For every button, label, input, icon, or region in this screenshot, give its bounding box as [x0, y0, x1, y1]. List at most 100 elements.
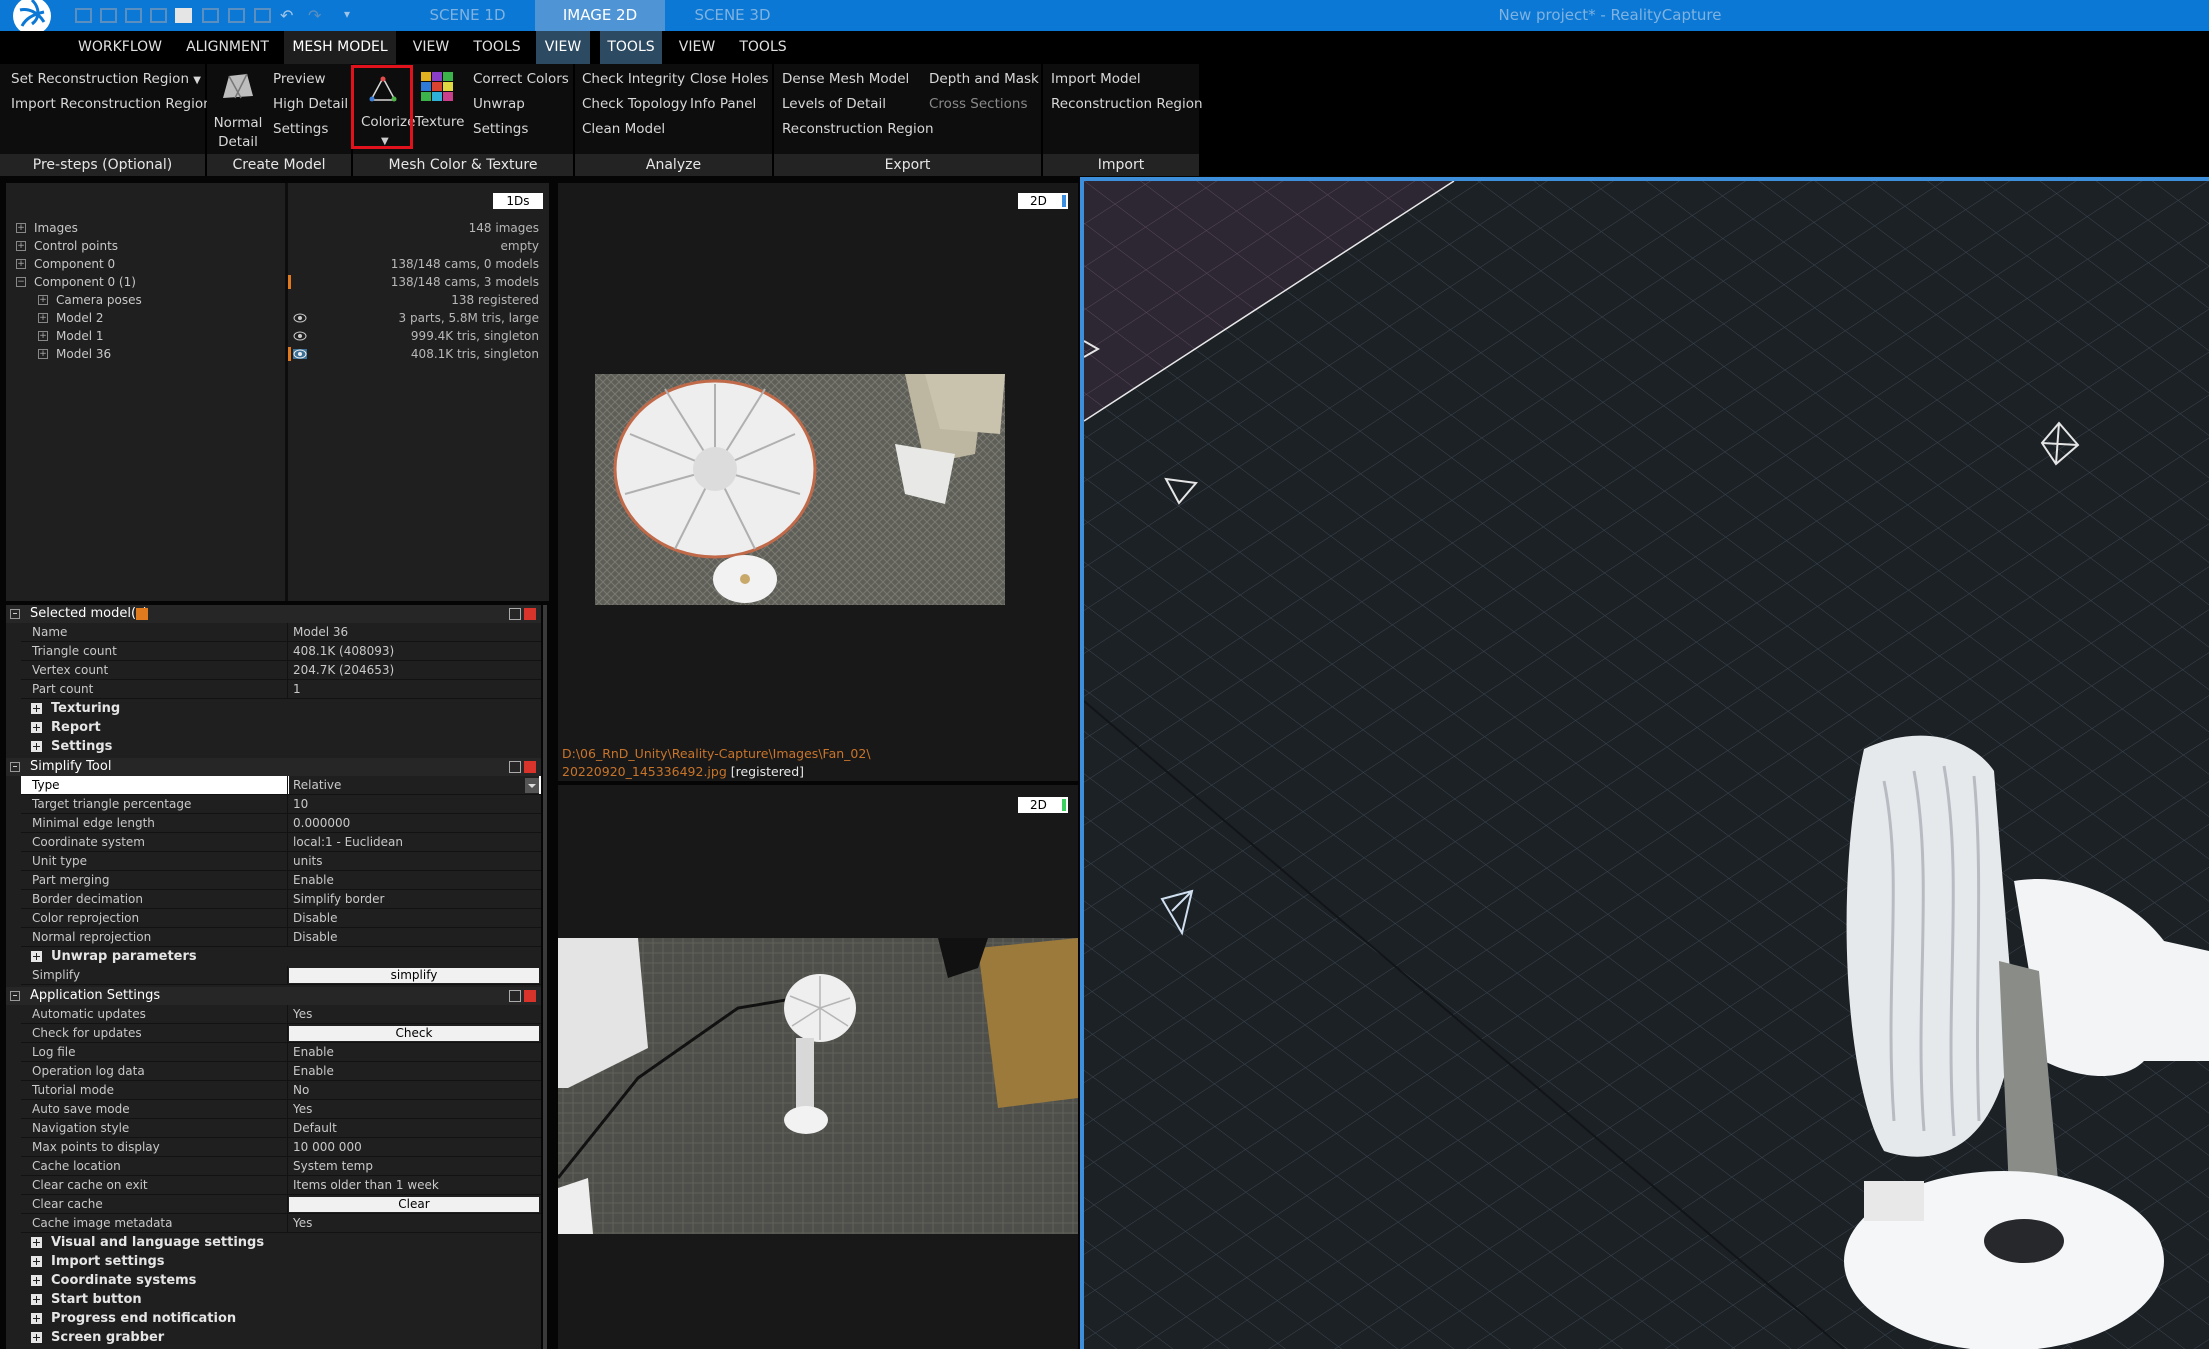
- prop-row-auto-save[interactable]: Auto save mode Yes: [21, 1100, 541, 1119]
- prop-row-max-points[interactable]: Max points to display 10 000 000: [21, 1138, 541, 1157]
- tree-row-model-2[interactable]: + Model 2 3 parts, 5.8M tris, large: [6, 309, 549, 327]
- expand-icon[interactable]: +: [16, 223, 26, 233]
- tab-scene-1d[interactable]: SCENE 1D: [400, 0, 535, 31]
- expand-icon[interactable]: [31, 951, 42, 962]
- simplify-button[interactable]: simplify: [289, 968, 539, 983]
- prop-row-color-reprojection[interactable]: Color reprojection Disable: [21, 909, 541, 928]
- section-settings[interactable]: Settings: [21, 737, 541, 756]
- import-reconstruction-region-button[interactable]: Import Reconstruction Region: [11, 96, 212, 112]
- prop-row-part-merging[interactable]: Part merging Enable: [21, 871, 541, 890]
- dock-icon[interactable]: [509, 761, 521, 773]
- high-detail-button[interactable]: High Detail: [273, 96, 348, 112]
- prop-row-unit-type[interactable]: Unit type units: [21, 852, 541, 871]
- tree-row-camera-poses[interactable]: + Camera poses 138 registered: [6, 291, 549, 309]
- prop-row-min-edge[interactable]: Minimal edge length 0.000000: [21, 814, 541, 833]
- prop-row-target-percentage[interactable]: Target triangle percentage 10: [21, 795, 541, 814]
- tab-scene-3d[interactable]: SCENE 3D: [665, 0, 800, 31]
- menu-alignment[interactable]: ALIGNMENT: [175, 31, 280, 64]
- check-topology-button[interactable]: Check Topology: [582, 96, 687, 112]
- prop-row-type[interactable]: Type Relative: [21, 776, 541, 795]
- selected-models-header[interactable]: Selected model(s): [6, 605, 541, 623]
- menu-tools-2[interactable]: TOOLS: [600, 31, 662, 64]
- menu-tools-1[interactable]: TOOLS: [466, 31, 528, 64]
- prop-row-border-decimation[interactable]: Border decimation Simplify border: [21, 890, 541, 909]
- section-coordinate-systems[interactable]: Coordinate systems: [21, 1271, 541, 1290]
- visibility-eye-icon[interactable]: [293, 331, 307, 341]
- section-texturing[interactable]: Texturing: [21, 699, 541, 718]
- prop-row-navigation-style[interactable]: Navigation style Default: [21, 1119, 541, 1138]
- expand-icon[interactable]: [31, 1256, 42, 1267]
- prop-row-log-file[interactable]: Log file Enable: [21, 1043, 541, 1062]
- simplify-tool-header[interactable]: Simplify Tool: [6, 758, 541, 776]
- quick-access-menu-icon[interactable]: ▾: [344, 7, 350, 21]
- prop-row-coordinate-system[interactable]: Coordinate system local:1 - Euclidean: [21, 833, 541, 852]
- menu-tools-3[interactable]: TOOLS: [732, 31, 794, 64]
- collapse-icon[interactable]: [10, 609, 20, 619]
- section-report[interactable]: Report: [21, 718, 541, 737]
- depth-and-mask-button[interactable]: Depth and Mask: [929, 71, 1039, 87]
- expand-icon[interactable]: [31, 703, 42, 714]
- layout-3-icon[interactable]: [125, 8, 142, 23]
- close-icon[interactable]: [524, 608, 536, 620]
- menu-workflow[interactable]: WORKFLOW: [70, 31, 170, 64]
- undo-icon[interactable]: ↶: [280, 6, 293, 25]
- menu-view-3[interactable]: VIEW: [670, 31, 724, 64]
- expand-icon[interactable]: +: [38, 295, 48, 305]
- levels-of-detail-button[interactable]: Levels of Detail: [782, 96, 886, 112]
- unwrap-button[interactable]: Unwrap: [473, 96, 525, 112]
- tree-row-control-points[interactable]: + Control points empty: [6, 237, 549, 255]
- prop-row-clear-cache-exit[interactable]: Clear cache on exit Items older than 1 we…: [21, 1176, 541, 1195]
- close-holes-button[interactable]: Close Holes: [690, 71, 769, 87]
- clean-model-button[interactable]: Clean Model: [582, 121, 665, 137]
- prop-row-tutorial-mode[interactable]: Tutorial mode No: [21, 1081, 541, 1100]
- section-import-settings[interactable]: Import settings: [21, 1252, 541, 1271]
- expand-icon[interactable]: [31, 741, 42, 752]
- dock-icon[interactable]: [509, 608, 521, 620]
- section-screen-grabber[interactable]: Screen grabber: [21, 1328, 541, 1347]
- check-integrity-button[interactable]: Check Integrity: [582, 71, 685, 87]
- expand-icon[interactable]: [31, 1332, 42, 1343]
- collapse-icon[interactable]: −: [16, 277, 26, 287]
- tree-view-badge[interactable]: 1Ds: [493, 193, 543, 209]
- clear-cache-button[interactable]: Clear: [289, 1197, 539, 1212]
- dense-mesh-model-button[interactable]: Dense Mesh Model: [782, 71, 909, 87]
- visibility-eye-icon[interactable]: [293, 313, 307, 323]
- prop-row-automatic-updates[interactable]: Automatic updates Yes: [21, 1005, 541, 1024]
- layout-7-icon[interactable]: [228, 8, 245, 23]
- redo-icon[interactable]: ↷: [308, 6, 321, 25]
- normal-detail-button[interactable]: Normal Detail: [213, 114, 263, 152]
- tree-row-component-0-1[interactable]: − Component 0 (1) 138/148 cams, 3 models: [6, 273, 549, 291]
- expand-icon[interactable]: +: [16, 259, 26, 269]
- preview-button[interactable]: Preview: [273, 71, 326, 87]
- expand-icon[interactable]: [31, 1275, 42, 1286]
- layout-8-icon[interactable]: [254, 8, 271, 23]
- check-updates-button[interactable]: Check: [289, 1026, 539, 1041]
- layout-6-icon[interactable]: [202, 8, 219, 23]
- correct-colors-button[interactable]: Correct Colors: [473, 71, 569, 87]
- expand-icon[interactable]: [31, 722, 42, 733]
- image-view-top[interactable]: 2D D:\06_RnD_Unity\Reality-Capture\Image…: [558, 183, 1078, 781]
- tab-image-2d[interactable]: IMAGE 2D: [535, 0, 665, 31]
- tree-row-images[interactable]: + Images 148 images: [6, 219, 549, 237]
- menu-view-2[interactable]: VIEW: [536, 31, 590, 64]
- texture-button[interactable]: Texture: [415, 114, 464, 130]
- prop-row-normal-reprojection[interactable]: Normal reprojection Disable: [21, 928, 541, 947]
- import-model-button[interactable]: Import Model: [1051, 71, 1141, 87]
- expand-icon[interactable]: +: [38, 349, 48, 359]
- expand-icon[interactable]: [31, 1294, 42, 1305]
- close-icon[interactable]: [524, 990, 536, 1002]
- expand-icon[interactable]: +: [38, 331, 48, 341]
- prop-row-cache-metadata[interactable]: Cache image metadata Yes: [21, 1214, 541, 1233]
- application-settings-header[interactable]: Application Settings: [6, 987, 541, 1005]
- close-icon[interactable]: [524, 761, 536, 773]
- menu-view-1[interactable]: VIEW: [400, 31, 462, 64]
- tree-row-component-0[interactable]: + Component 0 138/148 cams, 0 models: [6, 255, 549, 273]
- menu-mesh-model[interactable]: MESH MODEL: [284, 31, 396, 64]
- cross-sections-button[interactable]: Cross Sections: [929, 96, 1028, 112]
- tree-row-model-36[interactable]: + Model 36 408.1K tris, singleton: [6, 345, 549, 363]
- info-panel-button[interactable]: Info Panel: [690, 96, 756, 112]
- expand-icon[interactable]: +: [38, 313, 48, 323]
- layout-1-icon[interactable]: [75, 8, 92, 23]
- image-view-bottom[interactable]: 2D: [558, 785, 1078, 1349]
- collapse-icon[interactable]: [10, 762, 20, 772]
